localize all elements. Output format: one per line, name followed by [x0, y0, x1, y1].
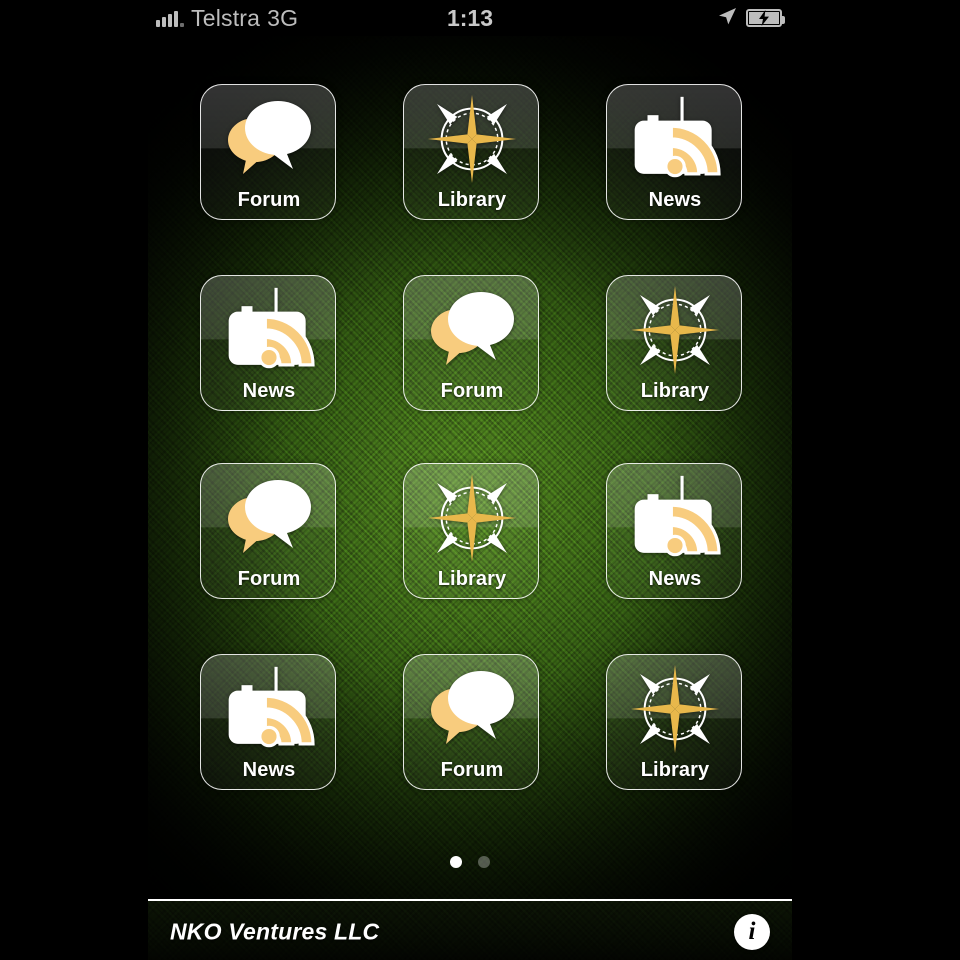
app-tile-library-8[interactable]: Library [403, 463, 539, 599]
app-tile-news-3[interactable]: News [606, 84, 742, 220]
speech-bubbles-icon [201, 91, 335, 187]
app-tile-news-9[interactable]: News [606, 463, 742, 599]
footer-bar: NKO Ventures LLC i [148, 899, 792, 960]
app-tile-label: Forum [440, 380, 504, 402]
app-tile-forum-7[interactable]: Forum [200, 463, 336, 599]
battery-charging-icon [746, 9, 785, 27]
status-bar-center: 1:13 [148, 0, 792, 36]
app-tile-label: Library [437, 568, 507, 590]
compass-rose-icon [404, 470, 538, 566]
app-tile-news-10[interactable]: News [200, 654, 336, 790]
app-tile-library-12[interactable]: Library [606, 654, 742, 790]
compass-rose-icon [607, 661, 741, 757]
app-tile-label: News [648, 189, 702, 211]
app-tile-label: News [648, 568, 702, 590]
radio-rss-icon [201, 282, 335, 378]
page-indicator[interactable] [148, 850, 792, 874]
compass-rose-icon [404, 91, 538, 187]
app-tile-label: News [242, 759, 296, 781]
app-tile-forum-11[interactable]: Forum [403, 654, 539, 790]
page-dot-1[interactable] [450, 856, 462, 868]
clock-label: 1:13 [446, 4, 494, 31]
app-tile-forum-1[interactable]: Forum [200, 84, 336, 220]
status-bar: Telstra 3G 1:13 [148, 0, 792, 36]
app-tile-label: Forum [237, 568, 301, 590]
app-tile-label: Forum [237, 189, 301, 211]
app-tile-label: News [242, 380, 296, 402]
compass-rose-icon [607, 282, 741, 378]
info-button-label: i [748, 918, 756, 945]
home-screen-board: Forum Library News News Forum Library Forum Lib… [148, 36, 792, 899]
app-tile-label: Library [640, 380, 710, 402]
speech-bubbles-icon [201, 470, 335, 566]
status-bar-right [717, 0, 785, 36]
speech-bubbles-icon [404, 661, 538, 757]
radio-rss-icon [607, 470, 741, 566]
app-grid: Forum Library News News Forum Library Forum Lib… [148, 36, 792, 836]
app-tile-library-6[interactable]: Library [606, 275, 742, 411]
app-tile-news-4[interactable]: News [200, 275, 336, 411]
phone-screen: Telstra 3G 1:13 Forum Library News News … [148, 0, 792, 960]
app-tile-forum-5[interactable]: Forum [403, 275, 539, 411]
radio-rss-icon [607, 91, 741, 187]
radio-rss-icon [201, 661, 335, 757]
app-tile-label: Library [437, 189, 507, 211]
app-tile-library-2[interactable]: Library [403, 84, 539, 220]
speech-bubbles-icon [404, 282, 538, 378]
info-circle-icon[interactable]: i [734, 913, 770, 950]
page-dot-2[interactable] [478, 856, 490, 868]
app-tile-label: Forum [440, 759, 504, 781]
app-tile-label: Library [640, 759, 710, 781]
location-arrow-icon [717, 6, 737, 31]
company-name-label: NKO Ventures LLC [170, 918, 380, 944]
screenshot-root: Telstra 3G 1:13 Forum Library News News … [0, 0, 960, 960]
